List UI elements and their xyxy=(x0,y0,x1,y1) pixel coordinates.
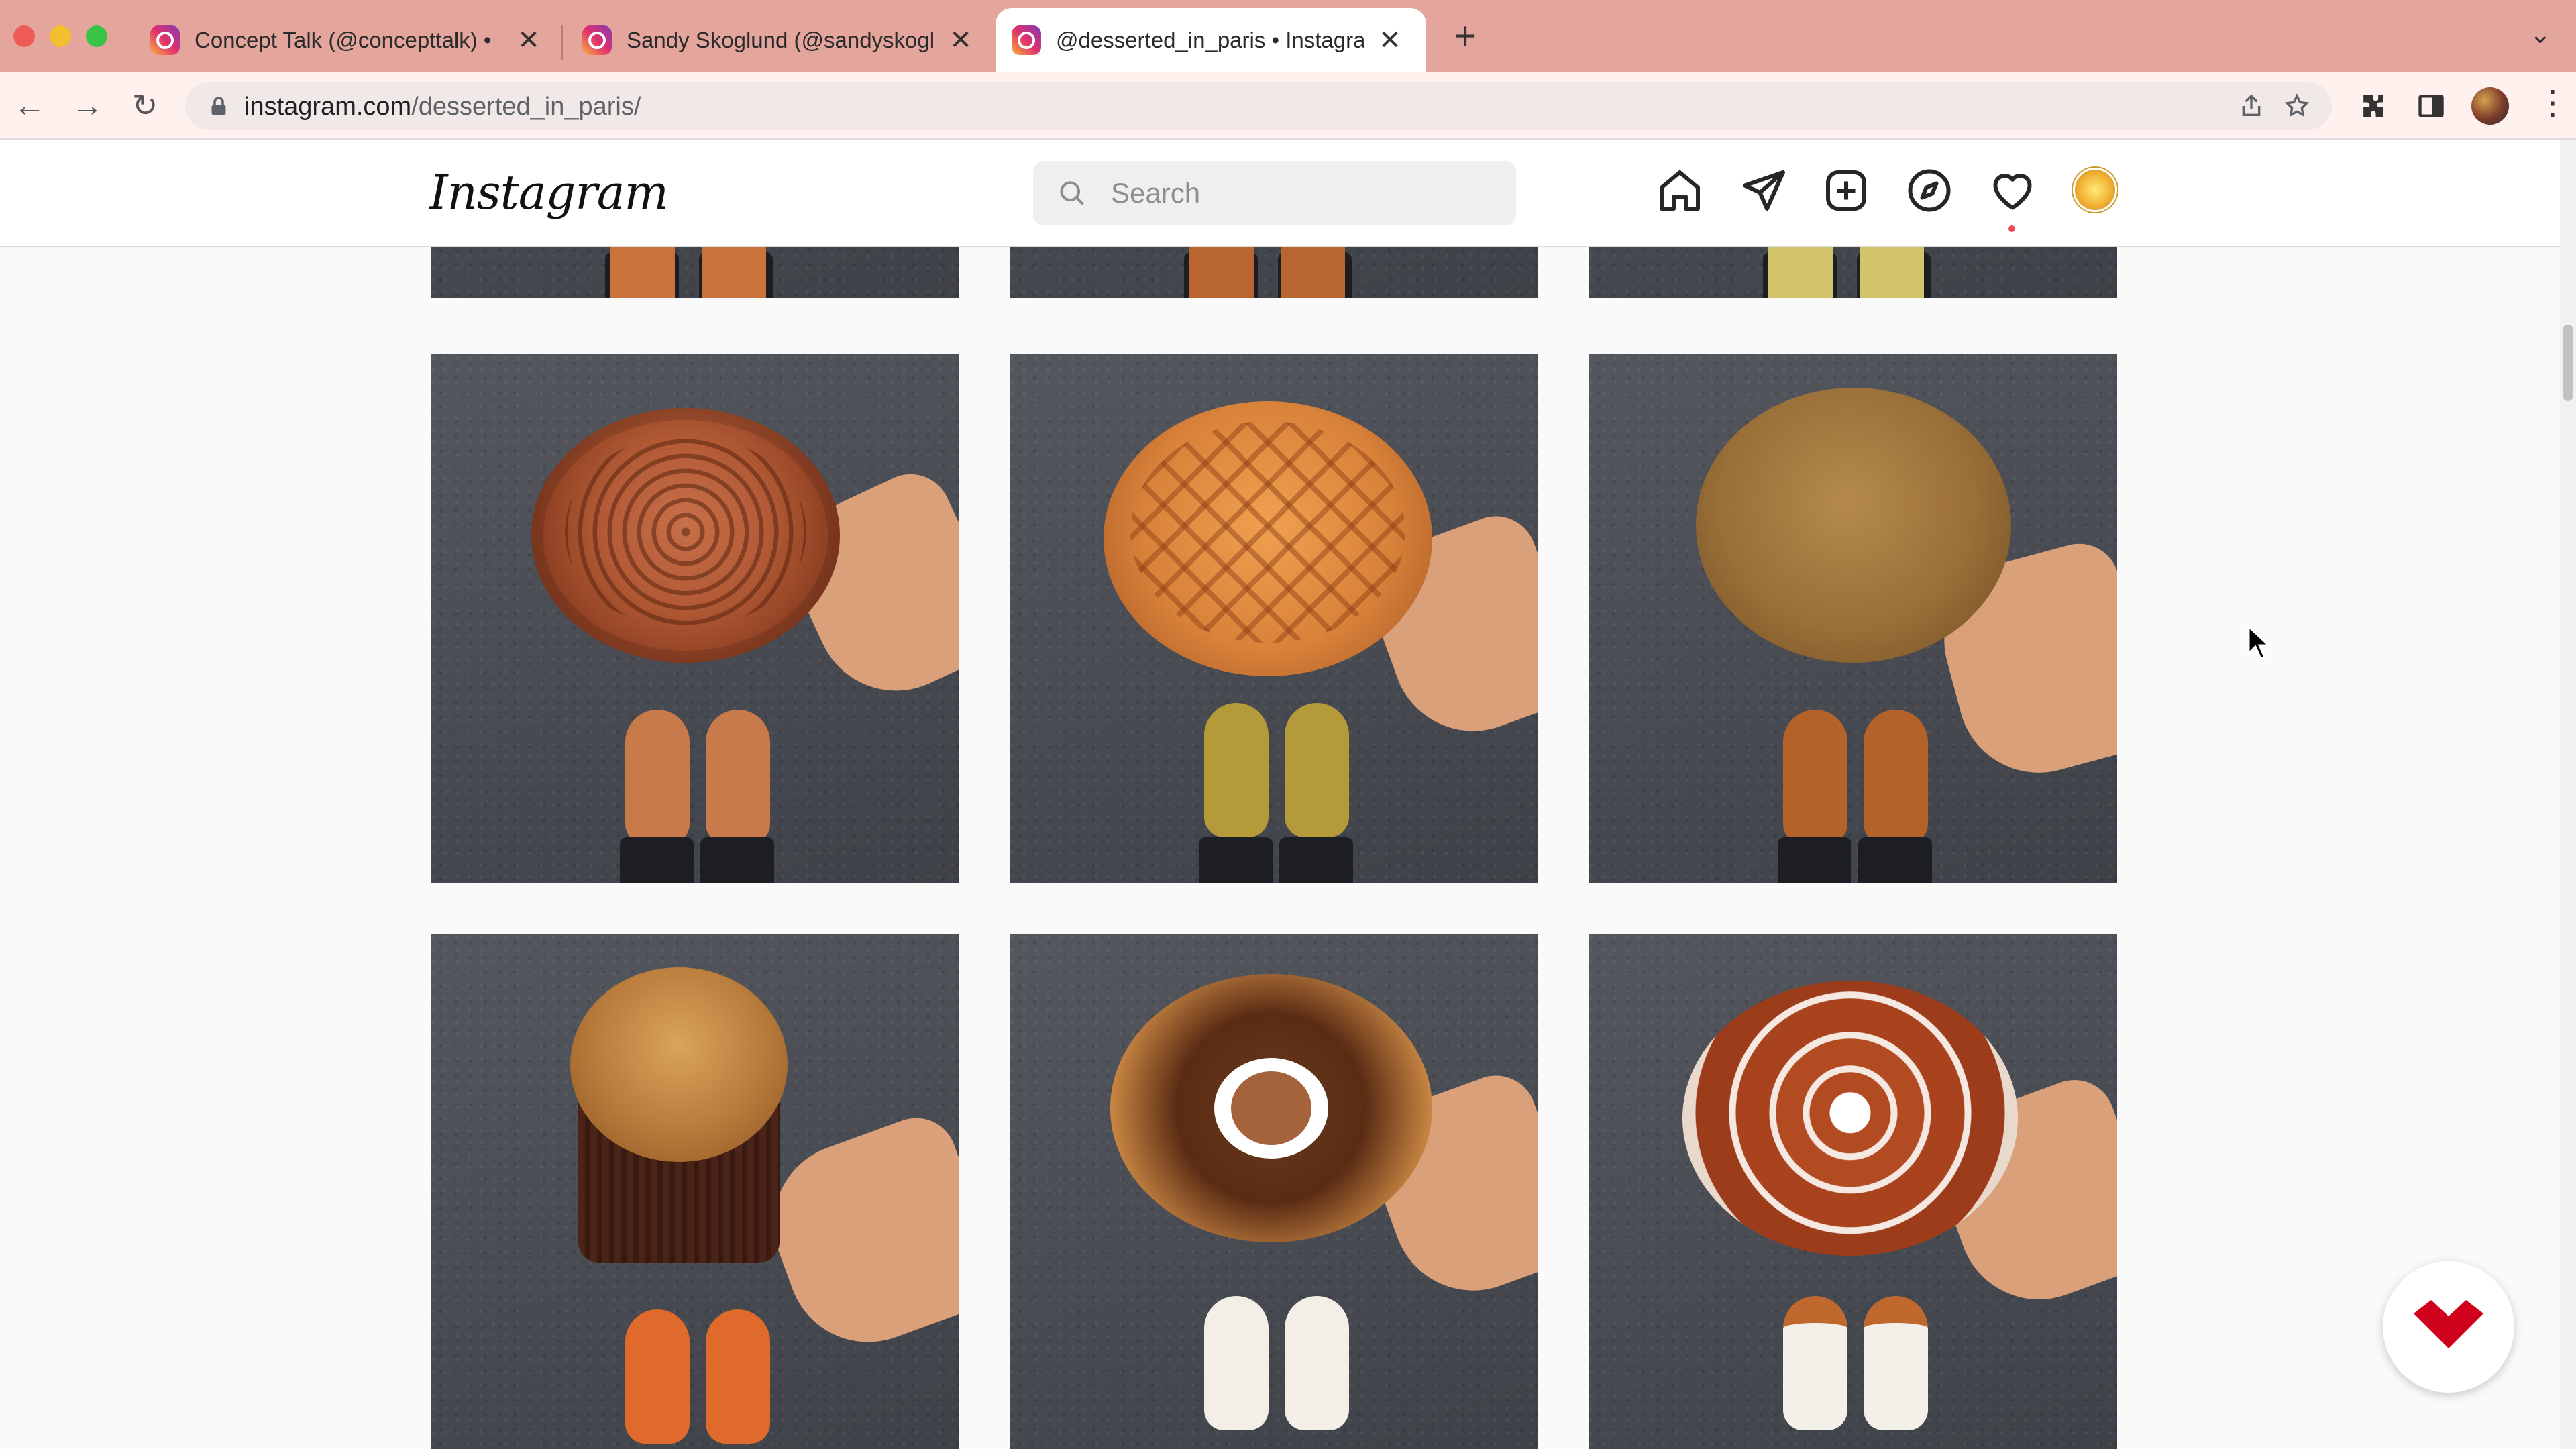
browser-profile-avatar[interactable] xyxy=(2471,87,2509,125)
instagram-header: Instagram xyxy=(0,140,2560,247)
post-image xyxy=(1589,247,2117,298)
tab-desserted-in-paris[interactable]: @desserted_in_paris • Instagram ✕ xyxy=(996,8,1426,72)
post-meringue-flower-tart[interactable] xyxy=(1589,934,2117,1449)
extensions-icon[interactable] xyxy=(2357,91,2387,121)
instagram-logo[interactable]: Instagram xyxy=(429,165,669,220)
url-path: /desserted_in_paris/ xyxy=(411,93,641,121)
post-panettone-in-brown-wrapper[interactable] xyxy=(431,934,959,1449)
url-host: instagram.com xyxy=(244,93,412,121)
instagram-favicon-icon xyxy=(150,25,180,55)
post-image xyxy=(431,247,959,298)
post-tile[interactable] xyxy=(1589,247,2117,298)
post-walnut-tart-with-coffee-center[interactable] xyxy=(1010,934,1538,1449)
tab-concept-talk[interactable]: Concept Talk (@concepttalk) • ✕ xyxy=(134,8,558,72)
explore-icon[interactable] xyxy=(1905,166,1959,220)
tab-title: Sandy Skoglund (@sandyskoglund xyxy=(627,28,935,52)
more-menu-icon[interactable]: ⋮ xyxy=(2536,83,2569,122)
reload-icon[interactable]: ↻ xyxy=(125,87,165,123)
share-icon[interactable] xyxy=(2238,93,2265,119)
scrollbar-thumb[interactable] xyxy=(2563,325,2573,401)
post-image xyxy=(1010,247,1538,298)
tab-close-icon[interactable]: ✕ xyxy=(947,25,974,56)
post-lace-patterned-tart[interactable] xyxy=(431,354,959,883)
tab-close-icon[interactable]: ✕ xyxy=(1377,25,1403,56)
back-icon[interactable]: ← xyxy=(9,87,50,124)
side-panel-icon[interactable] xyxy=(2416,91,2446,121)
search-box[interactable] xyxy=(1033,161,1516,225)
post-tile[interactable] xyxy=(1010,247,1538,298)
address-bar[interactable]: instagram.com/desserted_in_paris/ xyxy=(185,82,2332,130)
browser-tab-bar: Concept Talk (@concepttalk) • ✕ Sandy Sk… xyxy=(0,0,2576,72)
tab-title: Concept Talk (@concepttalk) • xyxy=(195,28,492,52)
floating-overlay-badge[interactable] xyxy=(2383,1261,2514,1393)
url-text[interactable]: instagram.com/desserted_in_paris/ xyxy=(244,93,641,121)
tab-separator xyxy=(561,25,563,60)
instagram-favicon-icon xyxy=(582,25,612,55)
tab-search-menu-icon[interactable]: ⌄ xyxy=(2529,19,2552,50)
bookmark-star-icon[interactable] xyxy=(2284,93,2310,119)
activity-heart-icon[interactable] xyxy=(1988,166,2042,220)
post-lattice-crust-tart[interactable] xyxy=(1010,354,1538,883)
profile-avatar[interactable] xyxy=(2073,168,2117,212)
new-tab-button[interactable]: + xyxy=(1445,13,1485,58)
window-close-button[interactable] xyxy=(13,25,35,47)
post-tile[interactable] xyxy=(431,247,959,298)
red-heart-logo-icon xyxy=(2414,1300,2483,1348)
tab-sandy-skoglund[interactable]: Sandy Skoglund (@sandyskoglund ✕ xyxy=(566,8,990,72)
instagram-favicon-icon xyxy=(1012,25,1041,55)
forward-icon[interactable]: → xyxy=(67,87,107,124)
browser-toolbar: ← → ↻ instagram.com/desserted_in_paris/ … xyxy=(0,72,2576,140)
search-icon xyxy=(1060,181,1084,205)
post-round-crumb-cake[interactable] xyxy=(1589,354,2117,883)
new-post-icon[interactable] xyxy=(1822,166,1876,220)
home-icon[interactable] xyxy=(1656,166,1709,220)
tab-close-icon[interactable]: ✕ xyxy=(515,25,542,56)
tab-title: @desserted_in_paris • Instagram xyxy=(1056,28,1364,52)
page-scrollbar[interactable] xyxy=(2560,140,2576,1449)
lock-icon xyxy=(211,97,226,115)
window-minimize-button[interactable] xyxy=(50,25,71,47)
notification-dot xyxy=(2008,225,2015,232)
window-maximize-button[interactable] xyxy=(86,25,107,47)
mouse-cursor-icon xyxy=(2247,624,2271,660)
direct-messages-icon[interactable] xyxy=(1739,166,1792,220)
profile-post-grid xyxy=(0,247,2560,1449)
search-input[interactable] xyxy=(1111,176,1487,211)
